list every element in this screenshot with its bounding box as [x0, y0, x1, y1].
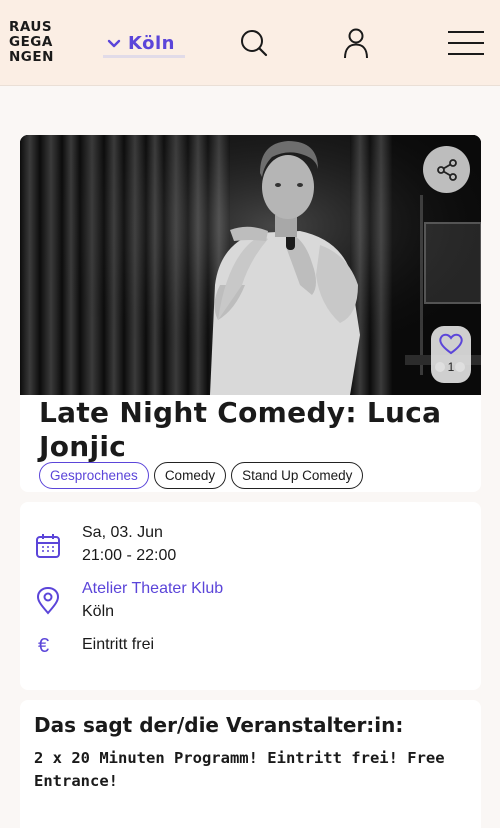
search-icon[interactable]	[238, 27, 270, 59]
logo-line-1: RAUS	[9, 19, 53, 35]
event-price: Eintritt frei	[82, 636, 155, 653]
logo-line-2: GEGA	[9, 34, 53, 50]
event-title: Late Night Comedy: Luca Jonjic	[39, 396, 442, 463]
calendar-icon	[36, 534, 60, 558]
site-logo[interactable]: RAUS GEGA NGEN	[9, 20, 59, 65]
share-button[interactable]	[423, 146, 470, 193]
euro-icon: €	[38, 635, 50, 657]
venue-link[interactable]: Atelier Theater Klub	[82, 580, 223, 598]
chevron-down-icon	[107, 39, 121, 47]
event-date: Sa, 03. Jun	[82, 524, 163, 541]
heart-icon	[439, 333, 463, 355]
site-header: RAUS GEGA NGEN Köln	[0, 0, 500, 86]
organizer-heading: Das sagt der/die Veranstalter:in:	[34, 713, 404, 737]
city-selector[interactable]: Köln	[103, 32, 185, 58]
event-time: 21:00 - 22:00	[82, 547, 177, 564]
menu-icon[interactable]	[447, 27, 485, 59]
favorite-count: 1	[447, 360, 455, 374]
share-icon	[436, 158, 457, 181]
venue-city: Köln	[82, 603, 115, 620]
performer-photo	[20, 135, 481, 395]
tag-list: Gesprochenes Comedy Stand Up Comedy	[39, 462, 364, 489]
event-image	[20, 135, 481, 395]
logo-line-3: NGEN	[9, 49, 54, 65]
city-label: Köln	[128, 33, 175, 54]
favorite-button[interactable]: 1	[431, 326, 471, 383]
tag-comedy[interactable]: Comedy	[153, 462, 227, 489]
location-pin-icon	[36, 587, 60, 615]
user-icon[interactable]	[340, 27, 372, 59]
tag-stand-up-comedy[interactable]: Stand Up Comedy	[231, 462, 364, 489]
organizer-text: 2 x 20 Minuten Programm! Eintritt frei! …	[34, 749, 445, 790]
tag-gesprochenes[interactable]: Gesprochenes	[39, 462, 149, 489]
